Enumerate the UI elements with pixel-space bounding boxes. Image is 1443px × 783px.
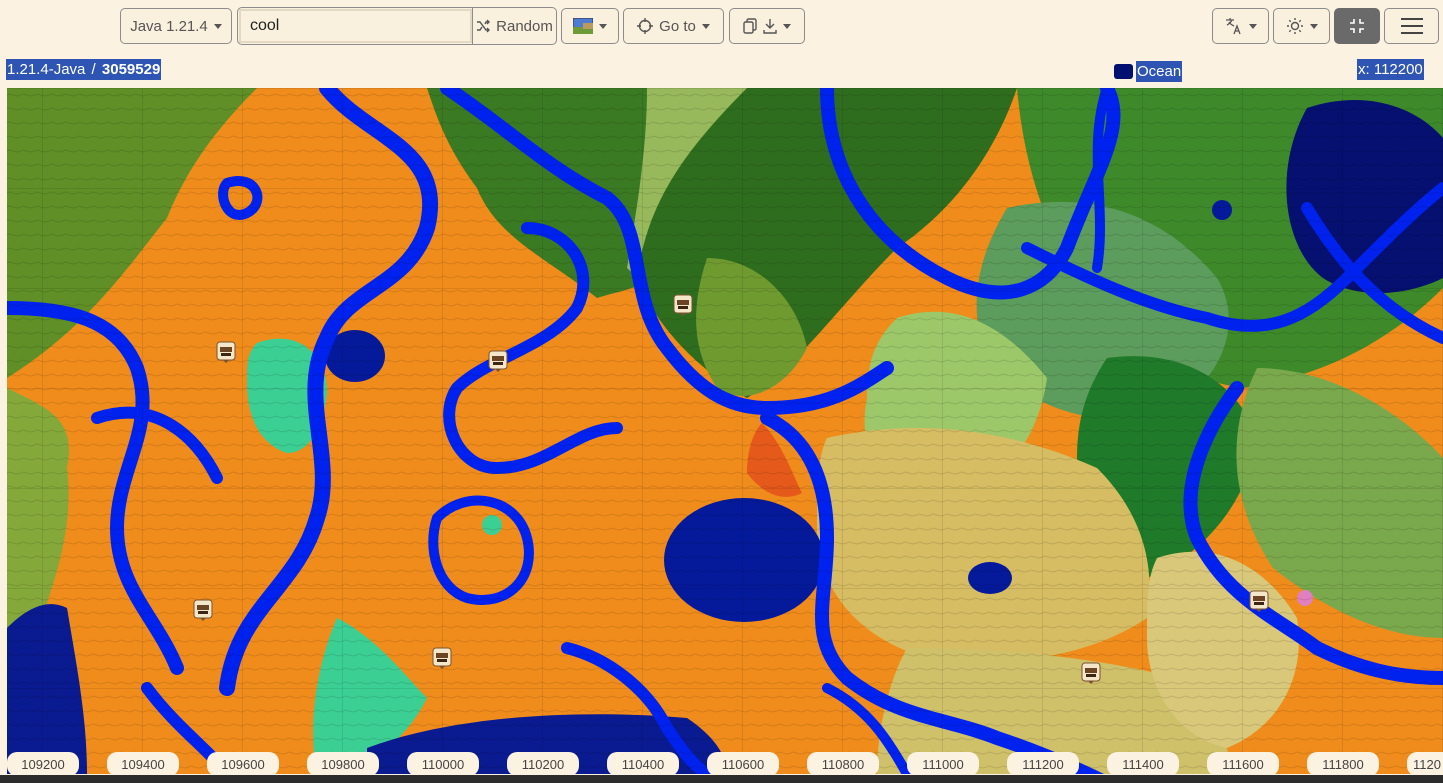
chevron-down-icon	[1309, 23, 1318, 29]
bottom-strip	[0, 775, 1443, 783]
goto-dropdown[interactable]: Go to	[623, 8, 724, 44]
village-icon[interactable]	[1249, 590, 1269, 612]
hamburger-icon	[1400, 18, 1423, 34]
goto-label: Go to	[659, 17, 696, 35]
map-canvas[interactable]	[7, 88, 1443, 774]
scale-tick: 110400	[607, 752, 679, 776]
village-icon[interactable]	[432, 647, 452, 669]
version-label: Java 1.21.4	[130, 17, 208, 35]
menu-button[interactable]	[1384, 8, 1439, 44]
biome-name: Ocean	[1136, 61, 1183, 82]
village-icon[interactable]	[193, 599, 213, 621]
edition-label: 1.21.4-Java	[6, 59, 87, 80]
scale-tick: 109200	[7, 752, 79, 776]
fullscreen-button[interactable]	[1334, 8, 1380, 44]
random-label: Random	[496, 17, 553, 35]
seed-input[interactable]	[238, 8, 473, 44]
breadcrumb-separator: /	[86, 59, 101, 80]
seed-number: 3059529	[100, 59, 162, 80]
seed-search-group: Random	[237, 7, 557, 45]
copy-icon	[743, 18, 757, 34]
download-icon	[763, 19, 777, 34]
chevron-down-icon	[1248, 23, 1257, 29]
fullscreen-exit-icon	[1350, 19, 1364, 33]
version-dropdown[interactable]: Java 1.21.4	[120, 8, 232, 44]
chevron-down-icon	[599, 23, 607, 29]
village-icon[interactable]	[488, 350, 508, 372]
language-dropdown[interactable]	[1212, 8, 1269, 44]
scale-tick: 109400	[107, 752, 179, 776]
copy-download-dropdown[interactable]	[729, 8, 805, 44]
shuffle-icon	[477, 19, 491, 33]
crosshair-icon	[637, 18, 654, 34]
sun-icon	[1286, 18, 1303, 34]
village-icon[interactable]	[216, 341, 236, 363]
chevron-down-icon	[783, 23, 791, 29]
scale-tick: 110200	[507, 752, 579, 776]
top-toolbar: Java 1.21.4 Random Go to	[0, 0, 1443, 54]
scale-tick: 111200	[1007, 752, 1079, 776]
scale-tick: 111000	[907, 752, 979, 776]
chevron-down-icon	[213, 23, 222, 29]
village-icon[interactable]	[1081, 662, 1101, 684]
x-coordinate-scale: 109200 109400 109600 109800 110000 11020…	[0, 752, 1443, 776]
scale-tick: 111800	[1307, 752, 1379, 776]
info-bar: 1.21.4-Java / 3059529 Ocean x: 112200	[0, 55, 1443, 85]
scale-tick: 111600	[1207, 752, 1279, 776]
scale-tick: 109800	[307, 752, 379, 776]
hovered-biome: Ocean	[1114, 61, 1183, 82]
theme-dropdown[interactable]	[1273, 8, 1330, 44]
chevron-down-icon	[701, 23, 710, 29]
cursor-coordinate: x: 112200	[1357, 59, 1424, 80]
chunk-grid	[7, 88, 1443, 774]
scale-tick: 1120	[1407, 752, 1443, 776]
random-button[interactable]: Random	[473, 8, 556, 44]
scale-tick: 111400	[1107, 752, 1179, 776]
biome-map[interactable]	[7, 88, 1443, 774]
biome-swatch	[1114, 64, 1133, 79]
map-thumbnail-icon	[573, 18, 593, 34]
coordinate-readout: x: 112200	[1357, 59, 1424, 80]
scale-tick: 110800	[807, 752, 879, 776]
translate-icon	[1225, 18, 1241, 35]
seed-breadcrumb: 1.21.4-Java / 3059529	[6, 59, 162, 80]
scale-tick: 109600	[207, 752, 279, 776]
village-icon[interactable]	[673, 294, 693, 316]
scale-tick: 110000	[407, 752, 479, 776]
map-style-dropdown[interactable]	[561, 8, 619, 44]
scale-tick: 110600	[707, 752, 779, 776]
